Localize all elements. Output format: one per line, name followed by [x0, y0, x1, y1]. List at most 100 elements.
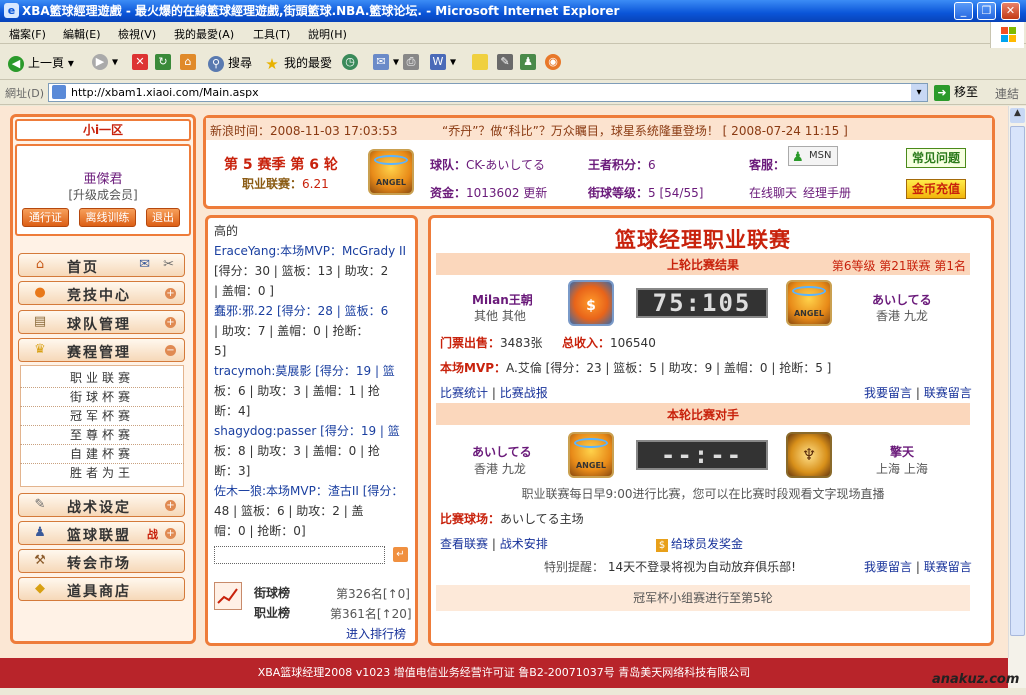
research-button[interactable]: ✎ [497, 54, 517, 70]
minimize-button[interactable]: _ [954, 2, 973, 20]
nav-tactics[interactable]: ✎ 战术设定 + [18, 493, 185, 517]
trophy-icon: ♛ [34, 342, 46, 357]
leave-message-link[interactable]: 我要留言 [864, 560, 912, 574]
faq-button[interactable]: 常见问题 [906, 148, 966, 168]
mail-icon[interactable]: ✉ [139, 257, 150, 272]
next-away-team[interactable]: 擎天 [890, 443, 914, 460]
match-links: 比赛统计 | 比赛战报 [440, 386, 548, 400]
menu-help[interactable]: 說明(H) [308, 26, 347, 42]
star-icon: ★ [265, 54, 279, 73]
refresh-icon: ↻ [155, 54, 171, 70]
forward-button[interactable]: ▶ ▾ [92, 54, 118, 70]
mail-button[interactable]: ✉ ▾ [373, 54, 399, 70]
offline-training-button[interactable]: 离线训练 [79, 208, 136, 227]
favorites-button[interactable]: ★ 我的最愛 [264, 54, 332, 72]
close-button[interactable]: ✕ [1001, 2, 1020, 20]
away-team-location: 香港 九龙 [876, 309, 928, 323]
away-team-name[interactable]: あいしてる [872, 291, 932, 308]
maximize-button[interactable]: ❐ [977, 2, 996, 20]
tactics-link[interactable]: 战术安排 [500, 537, 548, 551]
enter-rank-link[interactable]: 进入排行榜 [346, 625, 406, 642]
windows-logo-icon [990, 22, 1024, 48]
send-icon[interactable]: ↵ [393, 547, 408, 562]
links-label[interactable]: 連結 [995, 85, 1019, 102]
next-home-team[interactable]: あいしてる [472, 443, 532, 460]
logout-button[interactable]: 退出 [146, 208, 180, 227]
service-label: 客服： [749, 158, 786, 172]
expand-icon[interactable]: + [165, 500, 176, 511]
print-icon: ⎙ [403, 54, 419, 70]
passport-button[interactable]: 通行证 [22, 208, 69, 227]
window-title: XBA籃球經理遊戲 - 最火爆的在線籃球經理遊戲,街頭籃球.NBA.籃球论坛. … [22, 4, 620, 18]
ie-icon: e [4, 3, 19, 18]
collapse-icon[interactable]: − [165, 345, 176, 356]
window-titlebar: e XBA籃球經理遊戲 - 最火爆的在線籃球經理遊戲,街頭籃球.NBA.籃球论坛… [0, 0, 1026, 22]
nav-home[interactable]: ⌂ 首页 ✉ ✂ [18, 253, 185, 277]
submenu-pro-league[interactable]: 职业联赛 [20, 369, 184, 388]
msn-button[interactable]: ♟ MSN [788, 146, 838, 166]
stats-link[interactable]: 比赛统计 [440, 386, 488, 400]
print-button[interactable]: ⎙ [403, 54, 423, 70]
browser-toolbar: ◀ 上一頁 ▾ ▶ ▾ ✕ ↻ ⌂ ⚲ 搜尋 ★ 我的最愛 ◷ ✉ ▾ ⎙ W ▾ ✎ ♟ … [0, 48, 1026, 80]
stop-button[interactable]: ✕ [132, 54, 152, 70]
view-league-link[interactable]: 查看联赛 [440, 537, 488, 551]
king-points: 王者积分：6 [588, 158, 656, 172]
address-input[interactable]: http://xbam1.xiaoi.com/Main.aspx ▾ [48, 83, 928, 102]
scroll-up-icon[interactable]: ▲ [1010, 108, 1025, 123]
expand-icon[interactable]: + [165, 528, 176, 539]
news-ticker[interactable]: “乔丹”？做“科比”？万众瞩目，球星系统隆重登场！ [ 2008-07-24 1… [442, 122, 848, 139]
back-button[interactable]: ◀ 上一頁 ▾ [8, 54, 74, 72]
home-team-name[interactable]: Milan王朝 [472, 291, 533, 308]
feed-line: 断：4] [214, 404, 251, 418]
scroll-thumb[interactable] [1010, 126, 1025, 636]
street-rank-label: 街球榜 [254, 586, 291, 600]
nav-team-management[interactable]: ▤ 球队管理 + [18, 310, 185, 334]
plugin-button[interactable]: ◉ [545, 54, 565, 70]
nav-competition-center[interactable]: ● 竞技中心 + [18, 281, 185, 305]
search-button[interactable]: ⚲ 搜尋 [208, 54, 252, 72]
chat-input[interactable] [214, 546, 385, 564]
tactics-icon: ✎ [34, 497, 46, 512]
recharge-button[interactable]: 金币充值 [906, 179, 966, 199]
nav-item-shop[interactable]: ◆ 道具商店 [18, 577, 185, 601]
home-button[interactable]: ⌂ [180, 54, 200, 70]
messenger-button[interactable]: ♟ [520, 54, 540, 70]
upgrade-link[interactable]: [升级成会员] [17, 186, 189, 203]
message-links: 我要留言 | 联赛留言 [864, 386, 972, 400]
online-chat-link[interactable]: 在线聊天 [749, 184, 797, 201]
history-button[interactable]: ◷ [342, 54, 362, 70]
submenu-champion-cup[interactable]: 冠军杯赛 [20, 407, 184, 426]
tools-icon[interactable]: ✂ [163, 257, 174, 272]
leave-message-link[interactable]: 我要留言 [864, 386, 912, 400]
league-message-link[interactable]: 联赛留言 [924, 386, 972, 400]
nav-schedule-management[interactable]: ♛ 赛程管理 − [18, 338, 185, 362]
submenu-custom-cup[interactable]: 自建杯赛 [20, 445, 184, 464]
address-dropdown-icon[interactable]: ▾ [911, 84, 927, 101]
submenu-winner-king[interactable]: 胜者为王 [20, 464, 184, 483]
match-court: 比赛球场：あいしてる主场 [440, 512, 584, 526]
bonus-link[interactable]: $ 给球员发奖金 [656, 535, 743, 552]
update-link[interactable]: 更新 [523, 186, 547, 200]
submenu-supreme-cup[interactable]: 至尊杯赛 [20, 426, 184, 445]
manual-link[interactable]: 经理手册 [803, 184, 851, 201]
league-message-link[interactable]: 联赛留言 [924, 560, 972, 574]
menu-favorites[interactable]: 我的最愛(A) [174, 26, 234, 42]
street-rank: 第326名[↑0] [336, 587, 410, 601]
menu-edit[interactable]: 編輯(E) [63, 26, 101, 42]
nav-basketball-union[interactable]: ♟ 篮球联盟 战 + [18, 521, 185, 545]
menu-view[interactable]: 檢視(V) [118, 26, 156, 42]
submenu-street-cup[interactable]: 街球杯赛 [20, 388, 184, 407]
expand-icon[interactable]: + [165, 288, 176, 299]
menu-tools[interactable]: 工具(T) [253, 26, 290, 42]
pro-rank: 第361名[↑20] [330, 607, 412, 621]
menu-file[interactable]: 檔案(F) [9, 26, 46, 42]
vertical-scrollbar[interactable]: ▲ [1008, 106, 1026, 658]
report-link[interactable]: 比赛战报 [500, 386, 548, 400]
edit-button[interactable]: W ▾ [430, 54, 456, 70]
nav-transfer-market[interactable]: ⚒ 转会市场 [18, 549, 185, 573]
note-button[interactable] [472, 54, 492, 70]
stop-icon: ✕ [132, 54, 148, 70]
expand-icon[interactable]: + [165, 317, 176, 328]
refresh-button[interactable]: ↻ [155, 54, 175, 70]
go-button[interactable]: ➜ 移至 [934, 83, 978, 101]
